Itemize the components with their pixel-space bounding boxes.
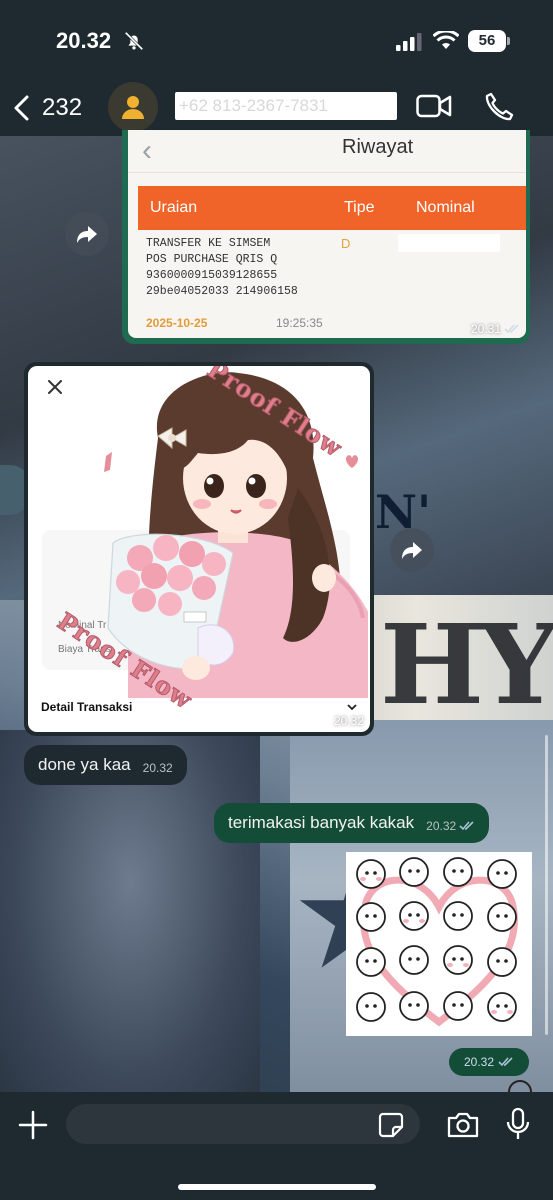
image-message-receipt[interactable]: ‹ Riwayat Uraian Tipe Nominal TRANSFER K… [122,130,530,344]
close-icon [48,380,62,394]
wallpaper-text: HY [380,600,553,729]
home-indicator[interactable] [178,1184,376,1190]
message-timestamp: 20.32 [334,714,364,728]
mic-icon[interactable] [505,1107,531,1141]
screenshot-back-icon: ‹ [142,134,152,167]
screenshot-title: Riwayat [342,136,414,158]
sticker-timestamp: 20.32 [449,1048,529,1076]
avatar[interactable] [108,82,158,132]
person-icon [122,96,144,119]
status-time: 20.32 [56,28,112,53]
message-text: terimakasi banyak kakak [228,813,415,832]
forward-icon [402,542,422,559]
double-check-icon [504,324,519,334]
column-header: Tipe [344,199,375,216]
transaction-clock: 19:25:35 [276,316,323,330]
signal-icon [396,33,422,51]
contact-name[interactable]: +62 813-2367-7831 [175,92,397,120]
message-input[interactable] [66,1104,420,1144]
forward-button[interactable] [390,528,434,572]
video-icon[interactable] [416,93,452,119]
column-header: Uraian [150,199,198,216]
battery-indicator: 56 [468,30,506,52]
status-bar: 20.32 56 [0,0,553,80]
double-check-icon [459,821,474,831]
outgoing-message[interactable]: terimakasi banyak kakak 20.32 [214,803,490,843]
sticker-message[interactable] [346,852,532,1036]
sticker-image: Nominal Tr Biaya Trans 0 Detail Transaks… [28,366,370,732]
detail-transaksi-label: Detail Transaksi [41,700,133,714]
back-icon[interactable] [10,94,34,122]
camera-icon[interactable] [446,1111,480,1139]
chat-header: 232 +62 813-2367-7831 [0,80,553,136]
cute-faces-sticker [356,857,518,1027]
masked-amount [398,234,500,252]
wifi-icon [433,31,459,49]
scrollbar[interactable] [545,735,548,1035]
forward-button[interactable] [65,212,109,256]
message-time: 20.31 [470,322,501,336]
transaction-date: 2025-10-25 [146,316,208,330]
mute-icon [124,31,144,51]
screenshot-table-header: Uraian Tipe Nominal [138,186,526,230]
battery-tip [507,37,510,45]
sticker-icon[interactable] [378,1112,404,1138]
message-time: 20.32 [463,1055,495,1069]
transaction-type: D [341,236,351,251]
plus-icon[interactable] [18,1110,48,1140]
double-check-icon [498,1057,513,1067]
transaction-description: TRANSFER KE SIMSEM POS PURCHASE QRIS Q 9… [146,237,298,298]
screenshot-divider [128,172,526,173]
message-timestamp: 20.31 [471,322,520,336]
message-text: done ya kaa [38,755,131,774]
message-time: 20.32 [426,819,457,833]
message-status: 20.32 [426,819,475,833]
wallpaper-figure [0,730,260,1110]
receipt-screenshot: ‹ Riwayat Uraian Tipe Nominal TRANSFER K… [128,130,526,338]
message-time: 20.32 [333,714,364,728]
image-message-sticker[interactable]: Nominal Tr Biaya Trans 0 Detail Transaks… [24,362,374,736]
call-icon[interactable] [484,92,514,122]
message-time: 20.32 [142,761,173,775]
incoming-message[interactable]: done ya kaa 20.32 [24,745,187,785]
forward-icon [77,226,97,243]
back-unread-count[interactable]: 232 [42,94,82,122]
column-header: Nominal [416,199,475,216]
chevron-down-icon [347,704,357,711]
